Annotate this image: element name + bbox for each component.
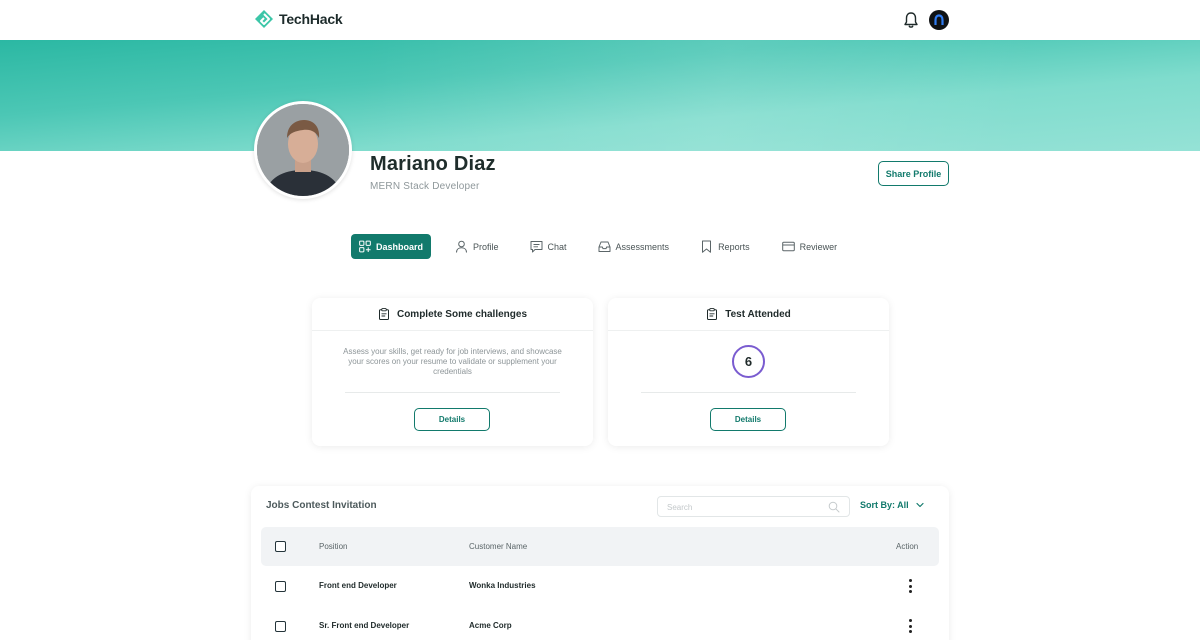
card-icon <box>781 241 795 252</box>
card-description: Assess your skills, get ready for job in… <box>343 347 562 376</box>
tests-count-badge: 6 <box>732 345 765 378</box>
tab-reports[interactable]: Reports <box>700 234 750 259</box>
row-position: Sr. Front end Developer <box>319 621 410 630</box>
tab-label: Dashboard <box>375 241 423 252</box>
techhack-logo-icon <box>255 10 273 28</box>
profile-cover-banner <box>0 40 1200 151</box>
tab-dashboard[interactable]: Dashboard <box>351 234 431 259</box>
tests-details-button[interactable]: Details <box>710 408 786 431</box>
tab-label: Profile <box>473 241 499 252</box>
clipboard-icon <box>378 308 389 320</box>
row-actions-menu-icon[interactable] <box>907 579 913 593</box>
sort-by-dropdown[interactable]: Sort By: All <box>860 500 925 510</box>
user-icon <box>456 240 467 253</box>
bookmark-icon <box>702 240 712 253</box>
inbox-icon <box>598 241 611 252</box>
row-customer: Wonka Industries <box>469 581 536 590</box>
table-row: Sr. Front end Developer Acme Corp <box>261 606 939 640</box>
tests-attended-card: Test Attended 6 Details <box>608 298 889 446</box>
tab-label: Assessments <box>615 241 670 252</box>
divider <box>641 392 856 393</box>
chevron-down-icon <box>916 502 924 508</box>
share-profile-button[interactable]: Share Profile <box>878 161 949 186</box>
select-all-checkbox[interactable] <box>275 541 286 552</box>
clipboard-icon <box>707 308 718 320</box>
row-checkbox[interactable] <box>275 581 286 592</box>
column-customer-name: Customer Name <box>469 542 528 551</box>
person-portrait-icon <box>257 104 349 196</box>
card-header: Complete Some challenges <box>312 298 593 331</box>
profile-name: Mariano Diaz <box>370 153 496 175</box>
top-navbar: TechHack <box>0 0 1200 40</box>
dashboard-icon <box>359 240 371 253</box>
card-header: Test Attended <box>608 298 889 331</box>
search-input[interactable] <box>658 498 849 517</box>
card-title: Test Attended <box>725 308 791 320</box>
challenges-card: Complete Some challenges Assess your ski… <box>312 298 593 446</box>
column-action: Action <box>896 542 919 551</box>
table-header: Position Customer Name Action <box>261 527 939 566</box>
column-position: Position <box>319 542 348 551</box>
avatar-icon <box>934 14 944 25</box>
tab-chat[interactable]: Chat <box>530 234 567 259</box>
tab-reviewer[interactable]: Reviewer <box>781 234 838 259</box>
tab-assessments[interactable]: Assessments <box>598 234 670 259</box>
profile-tabs: Dashboard Profile Chat Assessments Repor… <box>351 234 837 259</box>
brand[interactable]: TechHack <box>254 9 343 29</box>
card-title: Complete Some challenges <box>396 308 528 320</box>
profile-role: MERN Stack Developer <box>370 181 480 192</box>
notification-bell-icon[interactable] <box>903 11 919 29</box>
table-row: Front end Developer Wonka Industries <box>261 566 939 606</box>
jobs-contest-table: Jobs Contest Invitation Sort By: All Pos… <box>251 486 949 640</box>
tab-label: Chat <box>547 241 567 252</box>
brand-name: TechHack <box>279 11 343 27</box>
challenges-details-button[interactable]: Details <box>414 408 490 431</box>
chat-icon <box>530 241 543 253</box>
search-icon[interactable] <box>828 501 840 513</box>
row-actions-menu-icon[interactable] <box>907 619 913 633</box>
profile-photo <box>254 101 352 199</box>
sort-by-label: Sort By: All <box>860 500 909 510</box>
tab-label: Reports <box>718 241 750 252</box>
row-checkbox[interactable] <box>275 621 286 632</box>
jobs-section-title: Jobs Contest Invitation <box>266 500 377 511</box>
divider <box>345 392 560 393</box>
tab-profile[interactable]: Profile <box>455 234 499 259</box>
tab-label: Reviewer <box>799 241 838 252</box>
row-customer: Acme Corp <box>469 621 512 630</box>
jobs-search <box>657 496 850 517</box>
row-position: Front end Developer <box>319 581 397 590</box>
user-avatar[interactable] <box>929 10 949 30</box>
